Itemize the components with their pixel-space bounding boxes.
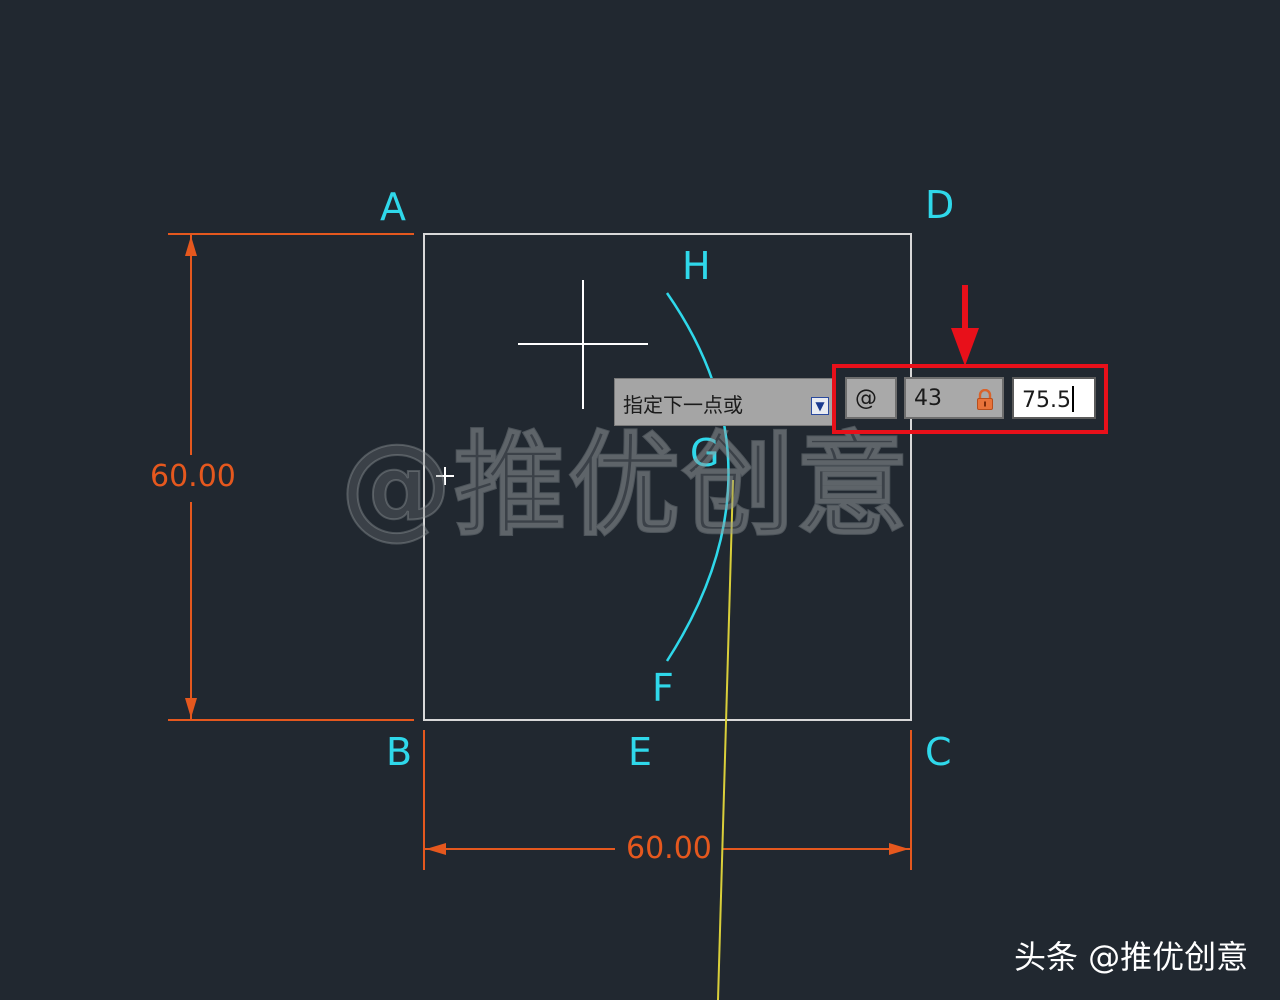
watermark-text: @推优创意 [339, 421, 910, 551]
point-label-d: D [925, 183, 955, 227]
point-label-f: F [652, 666, 674, 710]
command-prompt-text: 指定下一点或 [623, 393, 743, 417]
point-label-e: E [628, 730, 653, 774]
vertical-dimension-value: 60.00 [150, 459, 236, 494]
footer-watermark: 头条 @推优创意 [1014, 938, 1249, 976]
point-label-c: C [925, 730, 952, 774]
dropdown-icon[interactable]: ▼ [811, 397, 829, 415]
tracking-line [717, 479, 734, 1000]
highlight-box [832, 364, 1108, 434]
point-label-b: B [386, 730, 413, 774]
point-label-h: H [682, 244, 711, 288]
red-arrow-pointer [951, 285, 979, 366]
command-prompt-box: 指定下一点或 ▼ [614, 378, 836, 426]
point-label-a: A [380, 185, 406, 229]
horizontal-dimension-value: 60.00 [626, 831, 712, 866]
